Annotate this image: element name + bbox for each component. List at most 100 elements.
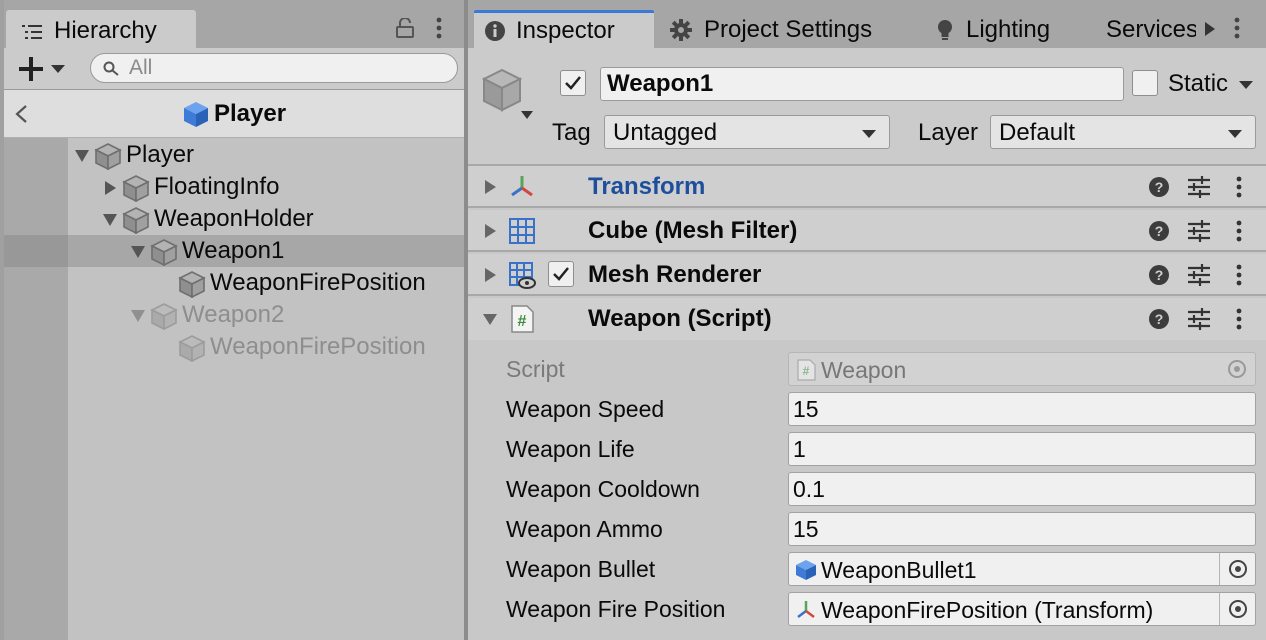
fold-arrow-expanded-icon[interactable] — [102, 212, 118, 228]
tree-item[interactable]: Weapon2 — [4, 299, 464, 331]
fold-arrow-expanded-icon[interactable] — [482, 311, 498, 327]
more-options-icon[interactable] — [436, 17, 442, 39]
tree-item[interactable]: WeaponFirePosition — [4, 267, 464, 299]
tree-item[interactable]: Weapon1 — [4, 235, 464, 267]
fold-arrow-icon[interactable] — [482, 223, 498, 239]
component-weapon-script[interactable]: # Weapon (Script) ? — [468, 298, 1266, 340]
gameobject-name-field[interactable]: Weapon1 — [600, 67, 1124, 101]
script-label: Script — [506, 356, 565, 382]
target-icon — [1228, 360, 1246, 378]
weapon-life-field[interactable] — [788, 432, 1256, 466]
tab-lighting-label: Lighting — [966, 16, 1051, 43]
chevron-down-icon[interactable] — [1238, 80, 1254, 90]
inspector-panel: Inspector Project Settings Lighting Serv… — [468, 0, 1266, 640]
weapon-bullet-label: Weapon Bullet — [506, 556, 656, 582]
weapon-bullet-field[interactable]: WeaponBullet1 — [788, 552, 1256, 586]
chevron-down-icon[interactable] — [50, 64, 66, 74]
component-transform-label: Transform — [588, 173, 706, 200]
tab-overflow-button[interactable] — [1196, 12, 1222, 46]
active-checkbox[interactable] — [560, 70, 586, 96]
prefab-title: Player — [214, 100, 287, 127]
presets-icon[interactable] — [1186, 175, 1212, 199]
tab-inspector[interactable]: Inspector — [474, 10, 654, 48]
object-picker — [1219, 353, 1255, 385]
weapon-cooldown-field[interactable] — [788, 472, 1256, 506]
layer-value: Default — [999, 119, 1076, 146]
gameobject-cube-icon — [178, 335, 206, 362]
weapon-cooldown-label: Weapon Cooldown — [506, 476, 700, 502]
tree-item-label: WeaponFirePosition — [210, 333, 426, 360]
component-weapon-script-label: Weapon (Script) — [588, 305, 772, 332]
tag-dropdown[interactable]: Untagged — [604, 115, 890, 149]
weapon-ammo-input[interactable] — [793, 515, 1233, 543]
tab-project-settings-label: Project Settings — [704, 16, 873, 43]
presets-icon[interactable] — [1186, 307, 1212, 331]
weapon-speed-label: Weapon Speed — [506, 396, 665, 422]
tab-services[interactable]: Services — [1098, 10, 1198, 48]
tab-project-settings[interactable]: Project Settings — [664, 10, 894, 48]
weapon-script-properties: Script # Weapon Weapon Speed Weapon Life… — [468, 342, 1266, 640]
component-mesh-filter-label: Cube (Mesh Filter) — [588, 217, 798, 244]
gameobject-cube-icon — [122, 175, 150, 202]
gameobject-cube-icon — [178, 271, 206, 298]
tab-hierarchy[interactable]: Hierarchy — [6, 10, 196, 48]
back-arrow-icon[interactable] — [14, 104, 28, 124]
object-picker-button[interactable] — [1219, 553, 1255, 585]
search-input[interactable] — [129, 56, 449, 80]
tree-item[interactable]: WeaponHolder — [4, 203, 464, 235]
more-options-icon[interactable] — [1236, 176, 1242, 198]
mesh-renderer-enabled-checkbox[interactable] — [548, 261, 574, 287]
fold-arrow-icon[interactable] — [102, 180, 118, 196]
gameobject-cube-icon[interactable] — [478, 66, 526, 114]
tree-item[interactable]: Player — [4, 139, 464, 171]
component-mesh-filter[interactable]: Cube (Mesh Filter) ? — [468, 210, 1266, 252]
tree-item[interactable]: WeaponFirePosition — [4, 331, 464, 363]
lock-icon[interactable] — [396, 18, 414, 38]
fold-arrow-icon[interactable] — [482, 179, 498, 195]
help-icon[interactable]: ? — [1148, 176, 1170, 198]
tree-item[interactable]: FloatingInfo — [4, 171, 464, 203]
script-icon: # — [511, 305, 534, 333]
weapon-ammo-field[interactable] — [788, 512, 1256, 546]
presets-icon[interactable] — [1186, 263, 1212, 287]
presets-icon[interactable] — [1186, 219, 1212, 243]
more-options-icon[interactable] — [1236, 220, 1242, 242]
help-icon[interactable]: ? — [1148, 220, 1170, 242]
help-icon[interactable]: ? — [1148, 264, 1170, 286]
layer-dropdown[interactable]: Default — [990, 115, 1256, 149]
svg-text:?: ? — [1155, 223, 1164, 239]
more-options-icon[interactable] — [1236, 264, 1242, 286]
add-icon[interactable] — [18, 56, 44, 82]
fold-arrow-expanded-icon[interactable] — [130, 244, 146, 260]
weapon-life-input[interactable] — [793, 435, 1233, 463]
chevron-down-icon — [1228, 130, 1242, 138]
more-options-icon[interactable] — [1236, 308, 1242, 330]
hierarchy-search-box[interactable] — [90, 53, 458, 83]
component-transform[interactable]: Transform ? — [468, 166, 1266, 208]
fold-arrow-expanded-icon[interactable] — [74, 148, 90, 164]
fold-arrow-expanded-icon[interactable] — [130, 308, 146, 324]
script-field: # Weapon — [788, 352, 1256, 386]
tab-lighting[interactable]: Lighting — [932, 10, 1072, 48]
weapon-life-label: Weapon Life — [506, 436, 635, 462]
tag-label: Tag — [552, 119, 591, 146]
prefab-cube-icon — [796, 560, 816, 580]
svg-text:?: ? — [1155, 311, 1164, 327]
object-picker-button[interactable] — [1219, 593, 1255, 625]
gameobject-cube-icon — [122, 207, 150, 234]
weapon-speed-input[interactable] — [793, 395, 1233, 423]
info-icon — [485, 21, 505, 41]
chevron-down-icon[interactable] — [520, 110, 534, 120]
weapon-cooldown-input[interactable] — [793, 475, 1233, 503]
help-icon[interactable]: ? — [1148, 308, 1170, 330]
weapon-speed-field[interactable] — [788, 392, 1256, 426]
weapon-fire-position-field[interactable]: WeaponFirePosition (Transform) — [788, 592, 1256, 626]
chevron-down-icon — [862, 130, 876, 138]
component-mesh-renderer[interactable]: Mesh Renderer ? — [468, 254, 1266, 296]
static-checkbox[interactable] — [1132, 70, 1158, 96]
tree-item-label: WeaponHolder — [154, 205, 314, 232]
fold-arrow-icon[interactable] — [482, 267, 498, 283]
more-options-icon[interactable] — [1234, 17, 1240, 39]
gameobject-cube-icon — [150, 239, 178, 266]
target-icon — [1229, 560, 1247, 578]
